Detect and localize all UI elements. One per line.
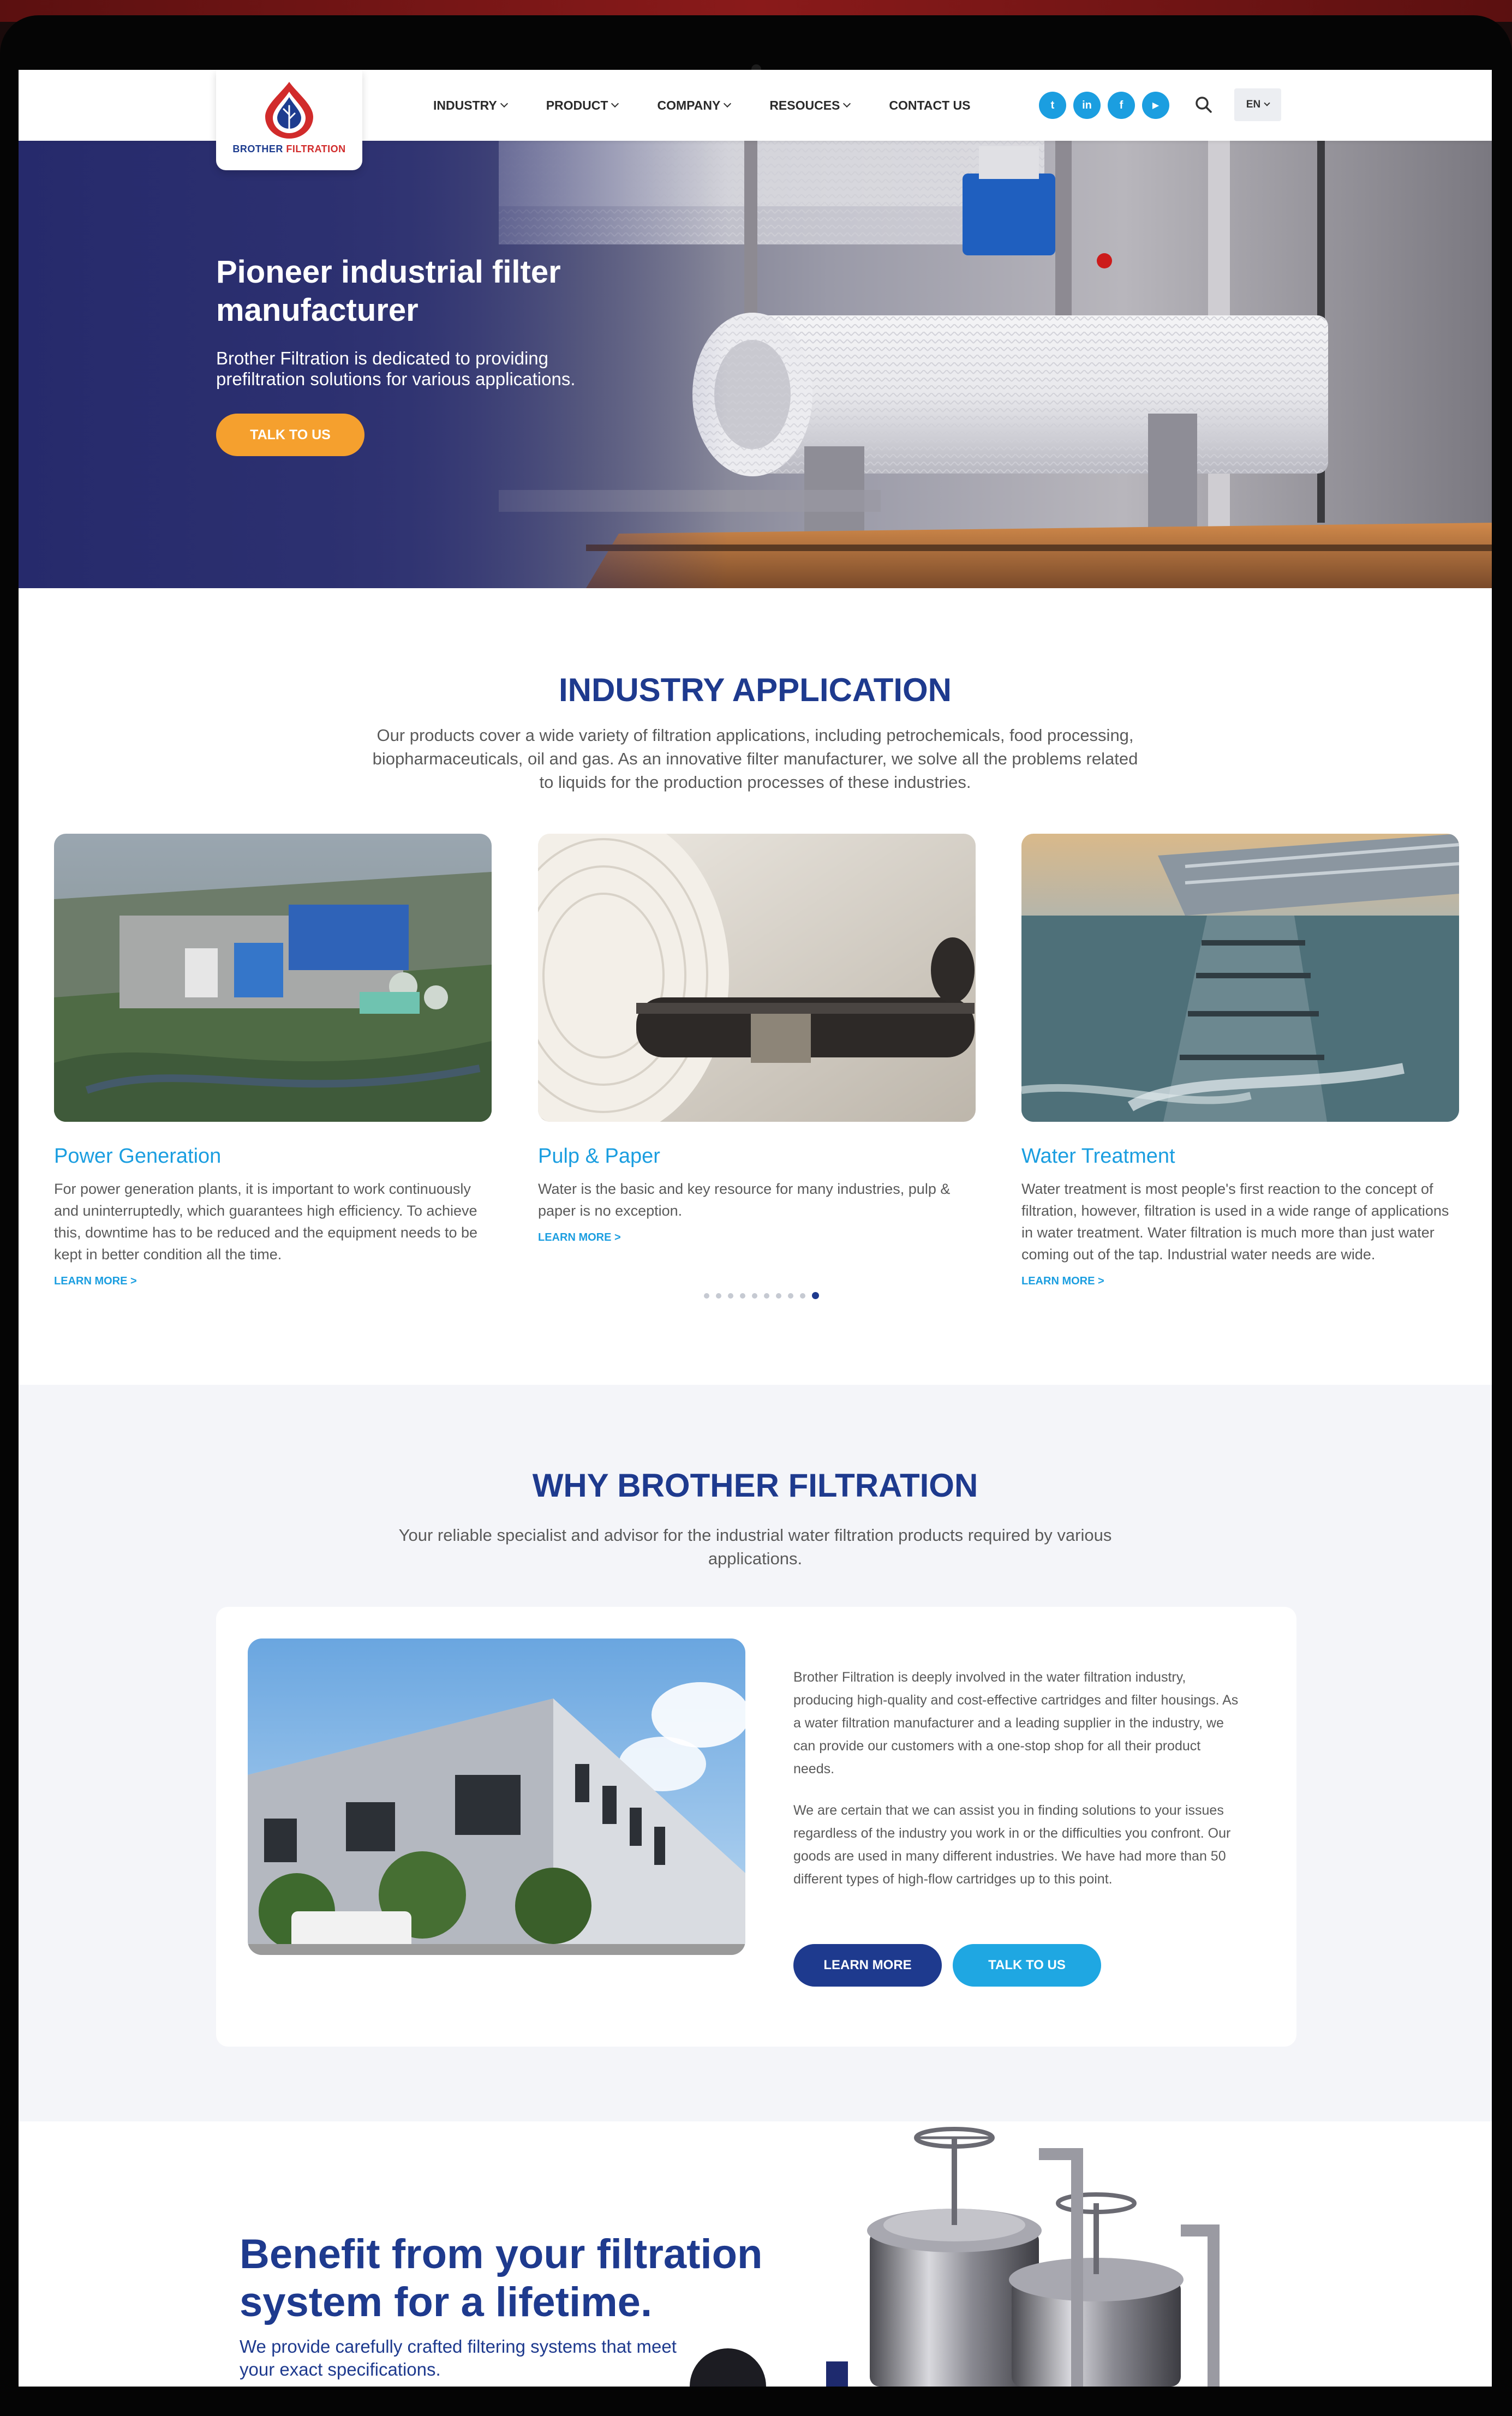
language-label: EN <box>1246 99 1261 110</box>
search-icon[interactable] <box>1193 94 1215 118</box>
learn-more-link[interactable]: LEARN MORE > <box>1021 1275 1459 1288</box>
linkedin-icon[interactable]: in <box>1073 92 1101 119</box>
learn-more-button[interactable]: LEARN MORE <box>793 1944 942 1987</box>
learn-more-link[interactable]: LEARN MORE > <box>538 1231 976 1244</box>
nav-item-label: PRODUCT <box>546 98 608 112</box>
water-treatment-image[interactable] <box>1021 834 1459 1122</box>
card-title: Pulp & Paper <box>538 1145 660 1168</box>
main-nav: INDUSTRY PRODUCT COMPANY RESOUCES CONTAC… <box>433 70 970 141</box>
hero-banner: Pioneer industrial filter manufacturer B… <box>19 141 1492 588</box>
pagination-dot[interactable] <box>728 1293 733 1299</box>
chevron-down-icon <box>611 99 619 108</box>
power-plant-image[interactable] <box>54 834 492 1122</box>
industry-card-power-generation[interactable]: Power Generation For power generation pl… <box>54 834 492 1288</box>
why-paragraph-1: Brother Filtration is deeply involved in… <box>793 1670 1239 1777</box>
nav-item-product[interactable]: PRODUCT <box>546 98 619 113</box>
chevron-down-icon <box>1264 100 1270 106</box>
nav-item-label: COMPANY <box>657 98 721 112</box>
nav-item-company[interactable]: COMPANY <box>657 98 732 113</box>
youtube-icon[interactable]: ▶ <box>1142 92 1169 119</box>
brand-logo[interactable]: BROTHER FILTRATION <box>216 70 362 170</box>
paper-roll-image[interactable] <box>538 834 976 1122</box>
nav-item-industry[interactable]: INDUSTRY <box>433 98 508 113</box>
benefit-subtitle: We provide carefully crafted filtering s… <box>240 2336 677 2379</box>
social-links: t in f ▶ <box>1039 92 1169 119</box>
pagination-dot[interactable] <box>800 1293 805 1299</box>
talk-to-us-button[interactable]: TALK TO US <box>953 1944 1101 1987</box>
section-title: INDUSTRY APPLICATION <box>558 672 952 708</box>
card-title: Water Treatment <box>1021 1145 1175 1168</box>
pagination-dot[interactable] <box>740 1293 745 1299</box>
pagination-dot[interactable] <box>812 1292 819 1299</box>
pagination-dot[interactable] <box>776 1293 781 1299</box>
hero-title: Pioneer industrial filter manufacturer <box>216 254 561 328</box>
facebook-icon[interactable]: f <box>1108 92 1135 119</box>
learn-more-link[interactable]: LEARN MORE > <box>54 1275 492 1288</box>
pagination-dot[interactable] <box>788 1293 793 1299</box>
card-title: Power Generation <box>54 1145 222 1168</box>
chevron-down-icon <box>724 99 732 108</box>
industry-application-section: INDUSTRY APPLICATION Our products cover … <box>19 588 1492 1385</box>
pagination-dot[interactable] <box>764 1293 769 1299</box>
nav-item-resources[interactable]: RESOUCES <box>769 98 851 113</box>
why-text: Brother Filtration is deeply involved in… <box>793 1666 1241 1909</box>
factory-building-image <box>248 1638 745 1955</box>
chevron-down-icon <box>500 99 508 108</box>
why-paragraph-2: We are certain that we can assist you in… <box>793 1803 1231 1887</box>
card-text: For power generation plants, it is impor… <box>54 1181 478 1263</box>
language-selector[interactable]: EN <box>1234 88 1281 121</box>
section-title: WHY BROTHER FILTRATION <box>532 1467 978 1504</box>
benefit-section: Benefit from your filtration system for … <box>19 2121 1492 2387</box>
industry-card-water-treatment[interactable]: Water Treatment Water treatment is most … <box>1021 834 1459 1288</box>
hero-subtitle: Brother Filtration is dedicated to provi… <box>216 348 576 389</box>
pagination-dot[interactable] <box>752 1293 757 1299</box>
drop-logo-icon <box>265 82 313 139</box>
nav-item-contact[interactable]: CONTACT US <box>889 98 970 113</box>
why-section: WHY BROTHER FILTRATION Your reliable spe… <box>19 1385 1492 2121</box>
twitter-icon[interactable]: t <box>1039 92 1066 119</box>
carousel-pagination <box>704 1292 819 1299</box>
section-description: Our products cover a wide variety of fil… <box>372 726 1138 792</box>
filter-housing-illustration <box>690 2127 1220 2387</box>
card-text: Water is the basic and key resource for … <box>538 1181 951 1219</box>
nav-item-label: INDUSTRY <box>433 98 497 112</box>
brand-wordmark: BROTHER FILTRATION <box>232 143 346 154</box>
talk-to-us-button[interactable]: TALK TO US <box>216 414 364 456</box>
browser-screen: INDUSTRY PRODUCT COMPANY RESOUCES CONTAC… <box>19 70 1492 2387</box>
industry-card-pulp-paper[interactable]: Pulp & Paper Water is the basic and key … <box>538 834 976 1244</box>
section-description: Your reliable specialist and advisor for… <box>398 1526 1112 1568</box>
chevron-down-icon <box>843 99 851 108</box>
pagination-dot[interactable] <box>716 1293 721 1299</box>
pagination-dot[interactable] <box>704 1293 709 1299</box>
nav-item-label: CONTACT US <box>889 98 971 112</box>
card-text: Water treatment is most people's first r… <box>1021 1181 1449 1263</box>
nav-item-label: RESOUCES <box>769 98 840 112</box>
why-card: Brother Filtration is deeply involved in… <box>216 1607 1296 2047</box>
